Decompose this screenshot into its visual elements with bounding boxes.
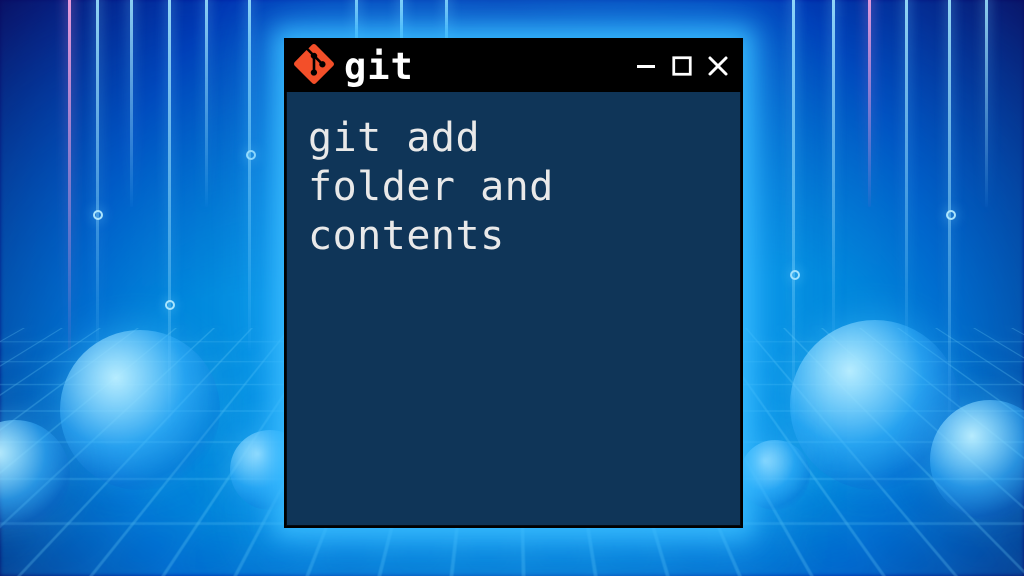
neon-line	[96, 0, 99, 351]
neon-line	[832, 0, 835, 351]
circuit-node	[790, 270, 800, 280]
neon-line	[130, 0, 133, 207]
circuit-node	[246, 150, 256, 160]
window-controls	[633, 53, 731, 79]
neon-line	[905, 0, 908, 351]
neon-line	[68, 0, 71, 351]
neon-line	[248, 0, 251, 351]
maximize-button[interactable]	[669, 53, 695, 79]
circuit-node	[946, 210, 956, 220]
circuit-node	[93, 210, 103, 220]
brand: git	[294, 44, 414, 88]
close-button[interactable]	[705, 53, 731, 79]
circuit-node	[165, 300, 175, 310]
neon-line	[985, 0, 988, 207]
git-logo-icon	[294, 44, 334, 88]
glow-orb	[740, 440, 810, 510]
glow-orb	[60, 330, 220, 490]
terminal-window: git git add folder and contents	[284, 38, 743, 528]
brand-title: git	[344, 48, 414, 85]
neon-line	[792, 0, 795, 426]
neon-line	[205, 0, 208, 207]
terminal-content: git add folder and contents	[286, 92, 741, 280]
minimize-button[interactable]	[633, 53, 659, 79]
titlebar[interactable]: git	[286, 40, 741, 92]
neon-line	[868, 0, 871, 207]
